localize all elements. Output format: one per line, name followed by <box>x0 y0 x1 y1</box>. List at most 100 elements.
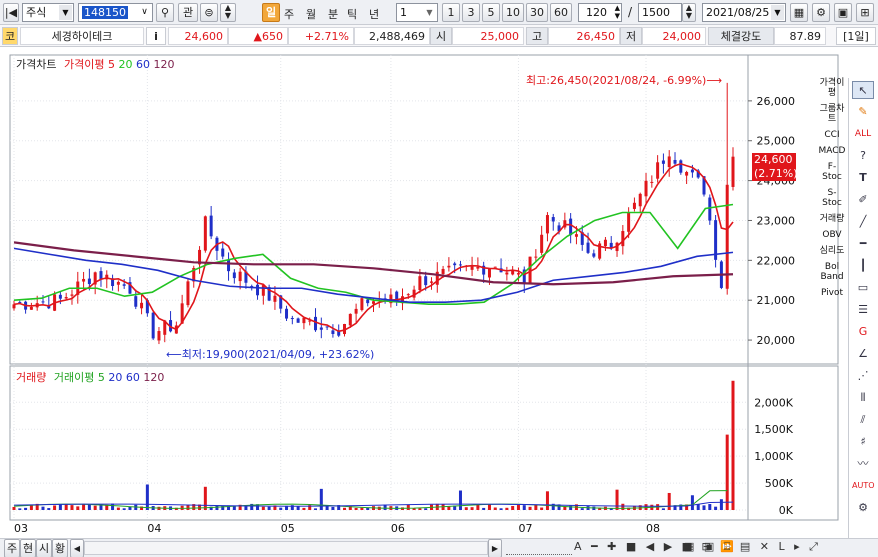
horizontal-scrollbar[interactable] <box>84 541 488 555</box>
settings-button[interactable]: ⚙ <box>812 3 830 22</box>
market-badge: 코 <box>2 27 18 45</box>
indicator-item[interactable]: 심리도 <box>818 246 846 256</box>
delete-all-icon[interactable]: ALL <box>852 125 874 143</box>
prev-item-button[interactable]: |◀ <box>3 3 19 22</box>
candle-body <box>186 281 190 306</box>
layout-button[interactable]: ⊞ <box>856 3 874 22</box>
auto-trend-icon[interactable]: AUTO <box>852 477 875 495</box>
eraser-icon[interactable]: ✎ <box>852 103 874 121</box>
chart-area[interactable]: 20,000 21,000 22,000 23,000 24,000 25,000 26,0… <box>0 48 846 538</box>
indicator-item[interactable]: MACD <box>818 146 846 156</box>
indicator-item[interactable]: 거래량 <box>818 214 846 224</box>
candle-body <box>540 234 544 253</box>
tab-4[interactable]: 황 <box>52 539 68 557</box>
candle-body <box>29 306 33 310</box>
quick-interval-60[interactable]: 60 <box>550 3 572 22</box>
help-icon[interactable]: ? <box>852 147 874 165</box>
fan-icon[interactable]: ⋰ <box>852 367 874 385</box>
tab-1[interactable]: 주 <box>4 539 20 557</box>
vertical-line-icon[interactable]: ┃ <box>852 257 874 275</box>
quick-interval-30[interactable]: 30 <box>526 3 548 22</box>
candle-body <box>511 270 515 275</box>
volume-bar <box>47 508 51 510</box>
period-minute-tab[interactable]: 분 <box>328 6 338 22</box>
scroll-right-button[interactable]: ▶ <box>488 539 502 557</box>
quick-interval-10[interactable]: 10 <box>502 3 524 22</box>
candle-body <box>505 272 509 275</box>
stock-code-input[interactable]: 148150 ∨ <box>78 3 153 22</box>
link-button[interactable]: ⊜ <box>200 3 218 22</box>
candle-body <box>661 160 665 164</box>
save-button[interactable]: ▣ <box>834 3 852 22</box>
volume-bar <box>690 495 694 510</box>
indicator-item[interactable]: 가격이평 <box>818 78 846 98</box>
volume-bar <box>366 507 370 510</box>
angle-icon[interactable]: ∠ <box>852 345 874 363</box>
pen-icon[interactable]: ✐ <box>852 191 874 209</box>
market-select[interactable]: 주식 ▼ <box>22 3 74 22</box>
wave-icon[interactable]: 〰 <box>852 455 874 473</box>
interval-select[interactable]: 1 ▼ <box>396 3 438 22</box>
total-count-input[interactable]: 1500 <box>638 3 682 22</box>
date-tick-label: 07 <box>518 522 532 535</box>
info-button[interactable]: i <box>146 27 166 45</box>
candle-body <box>424 276 428 286</box>
grid-lines-icon[interactable]: ♯ <box>852 433 874 451</box>
bar-count-input[interactable]: 120 ▲ ▼ <box>578 3 622 22</box>
candle-body <box>621 231 625 247</box>
indicator-item[interactable]: S-Stoc <box>818 188 846 208</box>
cursor-icon[interactable]: ↖ <box>852 81 874 99</box>
stock-name[interactable]: 세경하이테크 <box>20 27 144 45</box>
price-tick-label: 22,000 <box>757 254 796 267</box>
quick-interval-3[interactable]: 3 <box>462 3 480 22</box>
high-annotation-text: 최고:26,450(2021/08/24, -6.99%) <box>526 74 707 87</box>
volume-bar <box>70 505 74 510</box>
low-price: 24,000 <box>642 27 706 45</box>
rectangle-icon[interactable]: ▭ <box>852 279 874 297</box>
cycle-icon[interactable]: ⦀ <box>852 389 874 407</box>
period-month-tab[interactable]: 월 <box>306 6 316 22</box>
fibonacci-icon[interactable]: ☰ <box>852 301 874 319</box>
watchlist-button[interactable]: 관 <box>178 3 198 22</box>
total-count-value: 1500 <box>642 6 670 19</box>
volume-bar <box>360 507 364 510</box>
volume-bar <box>522 505 526 510</box>
zoom-slider[interactable] <box>506 541 572 555</box>
bar-count-value: 120 <box>586 6 607 19</box>
chart-settings-icon[interactable]: ⚙ <box>852 499 874 517</box>
quick-interval-1[interactable]: 1 <box>442 3 460 22</box>
scroll-left-button[interactable]: ◀ <box>70 539 84 557</box>
quick-interval-5[interactable]: 5 <box>482 3 500 22</box>
stock-chart-svg[interactable]: 20,00021,00022,00023,00024,00025,00026,0… <box>0 48 846 538</box>
legend-vma20: 20 <box>108 371 123 384</box>
indicator-item[interactable]: Bol Band <box>818 262 846 282</box>
candle-body <box>603 239 607 247</box>
volume-bar <box>18 508 22 510</box>
period-tick-tab[interactable]: 틱 <box>347 6 357 22</box>
text-icon[interactable]: T <box>852 169 874 187</box>
indicator-item[interactable]: OBV <box>818 230 846 240</box>
indicator-item[interactable]: CCI <box>818 130 846 140</box>
price-tick-label: 21,000 <box>757 294 796 307</box>
gann-icon[interactable]: G <box>852 323 874 341</box>
period-day-tab[interactable]: 일 <box>262 3 280 22</box>
channel-icon[interactable]: ⫽ <box>852 411 874 429</box>
horizontal-line-icon[interactable]: ━ <box>852 235 874 253</box>
period-week-tab[interactable]: 주 <box>284 6 294 22</box>
indicator-item[interactable]: 그룹차트 <box>818 104 846 124</box>
calendar-button[interactable]: ▦ <box>790 3 808 22</box>
price-tick-label: 26,000 <box>757 95 796 108</box>
line-icon[interactable]: ╱ <box>852 213 874 231</box>
total-stepper-button[interactable]: ▲ ▼ <box>682 3 696 22</box>
indicator-item[interactable]: F-Stoc <box>818 162 846 182</box>
chevron-down-icon: ▼ <box>59 5 72 20</box>
stepper-button[interactable]: ▲ ▼ <box>220 3 236 22</box>
tab-2[interactable]: 현 <box>20 539 36 557</box>
date-picker[interactable]: 2021/08/25 ▼ <box>702 3 786 22</box>
legend-title-price: 가격차트 <box>16 58 57 71</box>
search-button[interactable]: ⚲ <box>156 3 174 22</box>
period-year-tab[interactable]: 년 <box>369 6 379 22</box>
indicator-item[interactable]: Pivot <box>818 288 846 298</box>
tab-3[interactable]: 시 <box>36 539 52 557</box>
export-tools[interactable]: ▦ ▣ ⌸ ▤ ✕ L ▸ ⤢ <box>684 540 821 554</box>
